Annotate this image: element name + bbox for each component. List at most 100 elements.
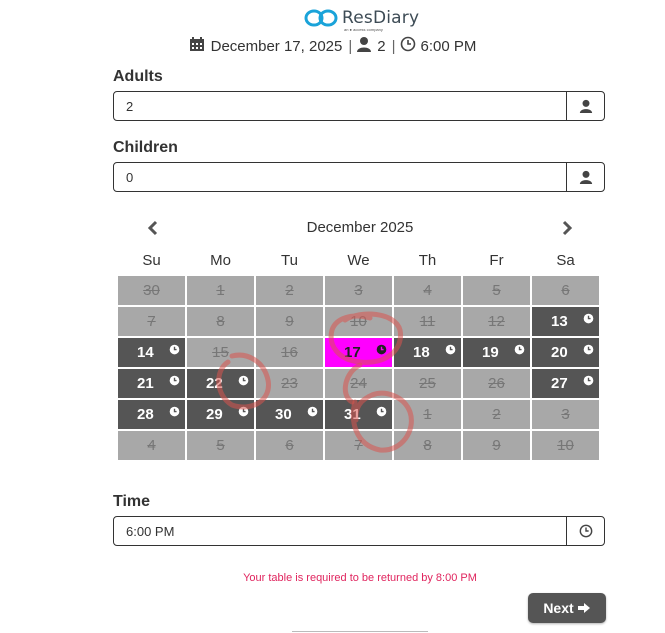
weekday-sa: Sa bbox=[556, 252, 575, 269]
day-number: 21 bbox=[137, 375, 154, 392]
day-number: 27 bbox=[551, 375, 568, 392]
availability-clock-icon bbox=[583, 373, 594, 390]
calendar-day[interactable]: 22 bbox=[187, 369, 254, 398]
calendar-day[interactable]: 28 bbox=[118, 400, 185, 429]
calendar-day-selected[interactable]: 17 bbox=[325, 338, 392, 367]
calendar-day: 9 bbox=[463, 431, 530, 460]
day-number: 8 bbox=[216, 313, 225, 330]
day-number: 16 bbox=[281, 344, 298, 361]
brand-subtitle: an ● access company bbox=[344, 27, 383, 32]
day-number: 30 bbox=[143, 282, 160, 299]
day-number: 10 bbox=[557, 437, 574, 454]
calendar-day[interactable]: 27 bbox=[532, 369, 599, 398]
day-number: 29 bbox=[206, 406, 223, 423]
calendar-day: 25 bbox=[394, 369, 461, 398]
resdiary-logo: ResDiary an ● access company bbox=[304, 6, 420, 32]
day-number: 22 bbox=[206, 375, 223, 392]
day-number: 7 bbox=[147, 313, 156, 330]
availability-clock-icon bbox=[169, 404, 180, 421]
calendar-day[interactable]: 30 bbox=[256, 400, 323, 429]
day-number: 19 bbox=[482, 344, 499, 361]
time-label: Time bbox=[113, 493, 151, 510]
availability-clock-icon bbox=[583, 311, 594, 328]
day-number: 9 bbox=[492, 437, 501, 454]
day-number: 25 bbox=[419, 375, 436, 392]
calendar-day: 30 bbox=[118, 276, 185, 305]
availability-clock-icon bbox=[583, 342, 594, 359]
calendar-day[interactable]: 29 bbox=[187, 400, 254, 429]
prev-month-button[interactable] bbox=[142, 218, 162, 238]
calendar-day: 16 bbox=[256, 338, 323, 367]
calendar-day: 26 bbox=[463, 369, 530, 398]
next-button-label: Next bbox=[543, 600, 574, 616]
calendar-month-title: December 2025 bbox=[306, 219, 414, 236]
time-input[interactable]: 6:00 PM bbox=[114, 517, 566, 545]
calendar-day[interactable]: 31 bbox=[325, 400, 392, 429]
day-number: 14 bbox=[137, 344, 154, 361]
availability-clock-icon bbox=[169, 373, 180, 390]
calendar-day: 6 bbox=[256, 431, 323, 460]
weekday-mo: Mo bbox=[210, 252, 231, 269]
time-field[interactable]: 6:00 PM bbox=[113, 516, 605, 546]
calendar-day[interactable]: 20 bbox=[532, 338, 599, 367]
availability-clock-icon bbox=[514, 342, 525, 359]
calendar-day: 10 bbox=[325, 307, 392, 336]
weekday-fr: Fr bbox=[489, 252, 504, 269]
availability-clock-icon bbox=[307, 404, 318, 421]
availability-clock-icon bbox=[238, 373, 249, 390]
calendar-day: 8 bbox=[394, 431, 461, 460]
calendar-day[interactable]: 21 bbox=[118, 369, 185, 398]
clock-icon bbox=[400, 36, 416, 56]
children-input[interactable]: 0 bbox=[114, 163, 566, 191]
summary-date: December 17, 2025 bbox=[210, 37, 343, 55]
availability-clock-icon bbox=[376, 404, 387, 421]
day-number: 2 bbox=[285, 282, 294, 299]
adults-input[interactable]: 2 bbox=[114, 92, 566, 120]
day-number: 1 bbox=[216, 282, 225, 299]
day-number: 5 bbox=[492, 282, 501, 299]
return-time-note: Your table is required to be returned by… bbox=[243, 572, 477, 584]
calendar-day[interactable]: 19 bbox=[463, 338, 530, 367]
day-number: 11 bbox=[419, 313, 436, 330]
day-number: 18 bbox=[413, 344, 430, 361]
calendar-day: 10 bbox=[532, 431, 599, 460]
calendar-day: 5 bbox=[463, 276, 530, 305]
weekday-tu: Tu bbox=[281, 252, 298, 269]
day-number: 23 bbox=[281, 375, 298, 392]
booking-summary: December 17, 2025 | 2 | 6:00 PM bbox=[0, 36, 665, 56]
calendar-day[interactable]: 13 bbox=[532, 307, 599, 336]
day-number: 12 bbox=[488, 313, 505, 330]
day-number: 24 bbox=[350, 375, 367, 392]
arrow-right-icon bbox=[577, 603, 590, 613]
day-number: 20 bbox=[551, 344, 568, 361]
children-user-icon bbox=[566, 163, 604, 191]
day-number: 8 bbox=[423, 437, 432, 454]
children-field[interactable]: 0 bbox=[113, 162, 605, 192]
next-month-button[interactable] bbox=[558, 218, 578, 238]
calendar-day: 3 bbox=[325, 276, 392, 305]
calendar-day[interactable]: 18 bbox=[394, 338, 461, 367]
next-button[interactable]: Next bbox=[528, 593, 606, 623]
day-number: 31 bbox=[344, 406, 361, 423]
adults-field[interactable]: 2 bbox=[113, 91, 605, 121]
divider bbox=[292, 631, 428, 632]
brand-name: ResDiary bbox=[342, 8, 420, 28]
logo-icon bbox=[304, 9, 338, 27]
calendar-day: 23 bbox=[256, 369, 323, 398]
adults-user-icon bbox=[566, 92, 604, 120]
calendar-day: 9 bbox=[256, 307, 323, 336]
user-icon bbox=[356, 36, 372, 56]
day-number: 17 bbox=[344, 344, 361, 361]
calendar-day: 11 bbox=[394, 307, 461, 336]
calendar-day: 7 bbox=[325, 431, 392, 460]
weekday-we: We bbox=[347, 252, 370, 269]
calendar-day[interactable]: 14 bbox=[118, 338, 185, 367]
availability-clock-icon bbox=[169, 342, 180, 359]
calendar-icon bbox=[189, 36, 205, 56]
day-number: 10 bbox=[350, 313, 367, 330]
day-number: 15 bbox=[212, 344, 229, 361]
day-number: 13 bbox=[551, 313, 568, 330]
availability-clock-icon bbox=[238, 404, 249, 421]
calendar-day: 15 bbox=[187, 338, 254, 367]
calendar-day: 7 bbox=[118, 307, 185, 336]
